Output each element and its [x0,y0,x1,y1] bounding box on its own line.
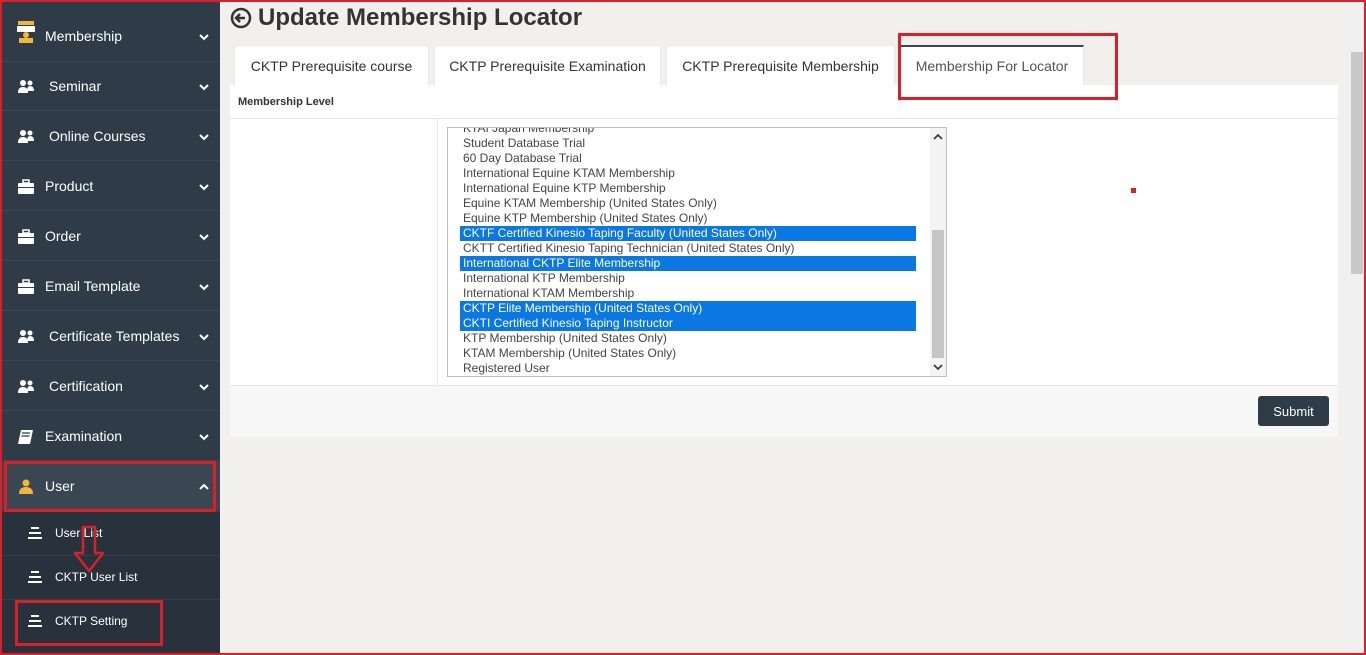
sidebar-subitem-cktp-user-list[interactable]: CKTP User List [0,556,220,600]
chevron-down-icon [199,434,209,441]
briefcase-icon [18,279,34,294]
tab-cktp-prerequisite-examination[interactable]: CKTP Prerequisite Examination [434,45,661,85]
tab-cktp-prerequisite-course[interactable]: CKTP Prerequisite course [234,45,429,85]
back-arrow-icon[interactable] [230,7,252,29]
panel-header: Membership Level [230,85,1338,119]
sidebar-item-label: Membership [45,28,123,44]
sidebar-item-certification[interactable]: Certification [0,362,220,411]
annotation-dot [1131,188,1136,193]
membership-option[interactable]: 60 Day Database Trial [460,151,916,166]
chevron-down-icon [199,134,209,141]
chevron-down-icon [199,334,209,341]
page-scrollbar[interactable] [1348,0,1366,655]
membership-option[interactable]: International Equine KTP Membership [460,181,916,196]
membership-option[interactable]: Equine KTAM Membership (United States On… [460,196,916,211]
chevron-down-icon [199,284,209,291]
sidebar-item-membership[interactable]: Membership [0,12,220,62]
scroll-down-icon[interactable] [933,362,943,372]
sidebar-item-label: Online Courses [49,128,146,144]
sidebar-subitem-cktp-setting[interactable]: CKTP Setting [0,600,220,655]
tab-label: CKTP Prerequisite course [250,57,413,74]
tab-label: Membership For Locator [915,58,1069,74]
sidebar-subitem-user-list[interactable]: User List [0,512,220,556]
sidebar-item-label: Email Template [45,278,141,294]
membership-option[interactable]: CKTI Certified Kinesio Taping Instructor [460,316,916,331]
tab-cktp-prerequisite-membership[interactable]: CKTP Prerequisite Membership [666,45,895,85]
membership-option[interactable]: International Equine KTAM Membership [460,166,916,181]
sidebar-item-label: Certification [49,378,123,394]
users-icon [18,380,34,393]
sidebar-item-label: Product [45,178,94,194]
sidebar-item-label: User [45,478,75,494]
membership-option[interactable]: International CKTP Elite Membership [460,256,916,271]
id-card-icon [17,21,35,43]
chevron-down-icon [199,184,209,191]
membership-option[interactable]: Equine KTP Membership (United States Onl… [460,211,916,226]
sidebar-item-seminar[interactable]: Seminar [0,62,220,111]
list-icon [28,615,42,627]
down-arrow-annotation-icon [73,525,105,573]
membership-option[interactable]: CKTP Elite Membership (United States Onl… [460,301,916,316]
sidebar: Membership Seminar Online Courses Produc… [0,0,220,655]
sidebar-item-examination[interactable]: Examination [0,412,220,461]
chevron-down-icon [199,84,209,91]
page-title-text: Update Membership Locator [258,4,583,31]
sidebar-item-label: Seminar [49,78,102,94]
users-icon [18,330,34,343]
listbox-scrollbar[interactable] [930,128,946,376]
membership-option[interactable]: Registered User [460,361,916,376]
sidebar-item-user[interactable]: User [0,462,220,511]
membership-option[interactable]: KTAI Japan Membership [460,128,916,136]
sidebar-subitem-label: CKTP Setting [55,614,128,628]
page-scroll-thumb[interactable] [1351,52,1363,274]
membership-option[interactable]: CKTF Certified Kinesio Taping Faculty (U… [460,226,916,241]
tab-label: CKTP Prerequisite Membership [682,57,879,74]
sidebar-item-label: Order [45,228,81,244]
sidebar-item-label: Examination [45,428,123,444]
sidebar-item-online-courses[interactable]: Online Courses [0,112,220,161]
chevron-up-icon [199,483,209,490]
briefcase-icon [18,179,34,194]
list-icon [28,527,42,539]
chevron-down-icon [199,384,209,391]
membership-option[interactable]: Student Database Trial [460,136,916,151]
scroll-up-icon[interactable] [933,132,943,142]
submit-button[interactable]: Submit [1258,396,1329,426]
membership-level-multiselect[interactable]: KTAI Japan Membership Student Database Tr… [447,127,947,377]
membership-option[interactable]: KTAM Membership (United States Only) [460,346,916,361]
tab-label: CKTP Prerequisite Examination [449,57,646,74]
sidebar-item-email-template[interactable]: Email Template [0,262,220,311]
chevron-down-icon [199,34,209,41]
user-icon [19,479,33,494]
form-label-column [230,119,438,385]
membership-option[interactable]: CKTT Certified Kinesio Taping Technician… [460,241,916,256]
sidebar-item-certificate-templates[interactable]: Certificate Templates [0,312,220,361]
users-icon [18,80,34,93]
briefcase-icon [18,229,34,244]
membership-level-label: Membership Level [238,96,334,108]
book-icon [18,430,33,444]
users-icon [18,130,34,143]
membership-option[interactable]: International KTP Membership [460,271,916,286]
sidebar-item-product[interactable]: Product [0,162,220,211]
membership-option[interactable]: KTP Membership (United States Only) [460,331,916,346]
tab-membership-for-locator[interactable]: Membership For Locator [900,45,1084,85]
panel-footer [230,386,1338,437]
list-icon [28,571,42,583]
page-title: Update Membership Locator [230,4,582,32]
chevron-down-icon [199,234,209,241]
sidebar-item-label: Certificate Templates [49,328,180,344]
membership-option[interactable]: International KTAM Membership [460,286,916,301]
listbox-scroll-thumb[interactable] [932,230,944,358]
sidebar-item-order[interactable]: Order [0,212,220,261]
